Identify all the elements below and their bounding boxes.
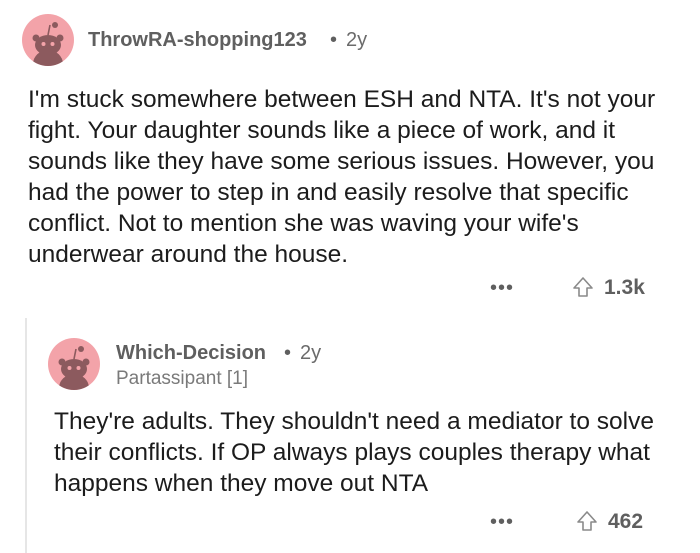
- more-options-button[interactable]: •••: [490, 511, 514, 534]
- comment-thread: ThrowRA-shopping123 • 2y I'm stuck somew…: [0, 0, 700, 553]
- upvote-arrow-icon[interactable]: [576, 510, 598, 532]
- upvote-arrow-icon[interactable]: [572, 276, 594, 298]
- comment-username[interactable]: Which-Decision: [116, 342, 266, 365]
- comment-username[interactable]: ThrowRA-shopping123: [88, 29, 307, 52]
- vote-score: 1.3k: [604, 276, 645, 299]
- comment-age: 2y: [300, 342, 322, 364]
- snoo-avatar-icon[interactable]: [22, 14, 74, 66]
- user-flair: Partassipant [1]: [116, 368, 249, 389]
- comment-body: They're adults. They shouldn't need a me…: [54, 408, 654, 497]
- more-options-button[interactable]: •••: [490, 277, 514, 300]
- snoo-avatar-icon[interactable]: [48, 338, 100, 390]
- meta-separator: •: [330, 29, 338, 51]
- comment-body: I'm stuck somewhere between ESH and NTA.…: [28, 86, 656, 268]
- meta-separator: •: [284, 342, 292, 364]
- comment-age: 2y: [346, 29, 368, 51]
- vote-score: 462: [608, 510, 644, 533]
- thread-line[interactable]: [25, 318, 27, 553]
